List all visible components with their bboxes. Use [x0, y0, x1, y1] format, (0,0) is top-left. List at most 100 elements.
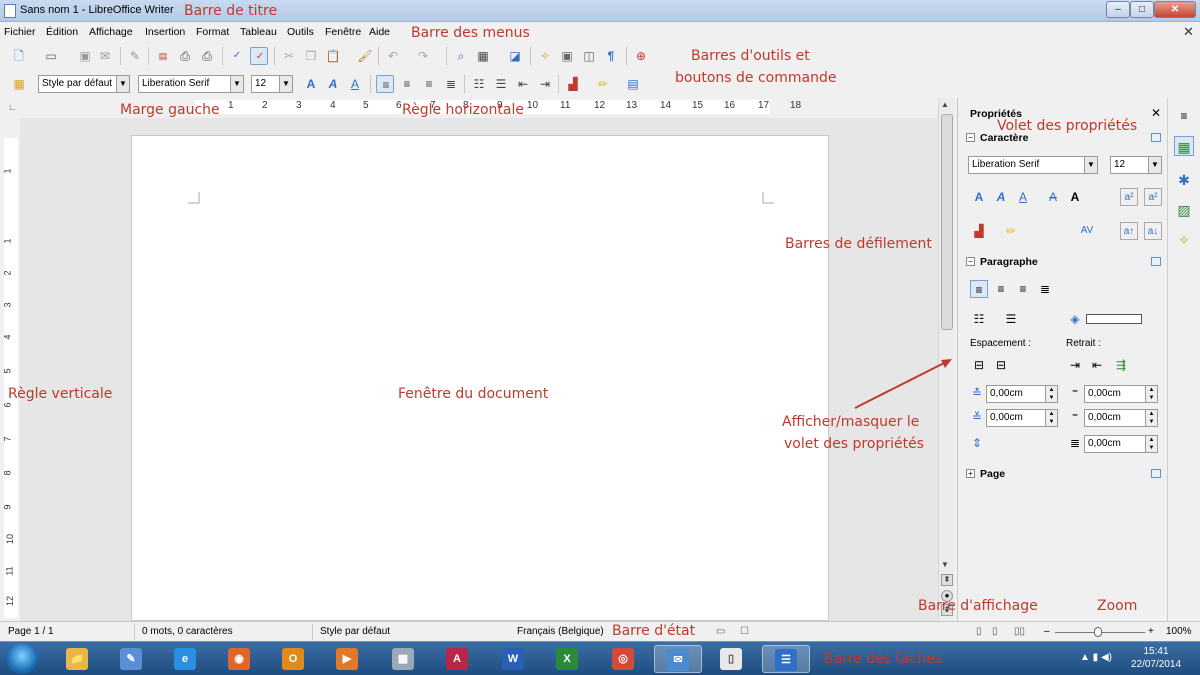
minimize-button[interactable]: – [1106, 1, 1130, 18]
chevron-down-icon[interactable]: ▼ [1084, 157, 1097, 173]
superscript-icon[interactable]: a² [1120, 188, 1138, 206]
vertical-ruler[interactable]: 1 1 2 3 4 5 6 7 8 9 10 11 12 [0, 118, 20, 621]
vertical-scrollbar[interactable]: ▲ ▼ ⇞ ● ⇟ [938, 98, 954, 621]
highlighter-icon[interactable]: ✏ [1002, 222, 1020, 240]
justify-icon[interactable]: ≣ [1036, 280, 1054, 298]
email-button[interactable]: ✉ [96, 47, 114, 65]
taskbar-app[interactable]: ▦ [380, 645, 428, 673]
chevron-down-icon[interactable]: ▼ [279, 76, 292, 92]
bullet-list-icon[interactable]: ☰ [1002, 310, 1020, 328]
close-sidebar-icon[interactable]: ✕ [1151, 106, 1161, 120]
italic-button[interactable]: A [324, 75, 342, 93]
undo-button[interactable]: ↶ [384, 47, 402, 65]
character-spacing-icon[interactable]: AV [1078, 222, 1096, 240]
draw-functions-button[interactable]: ◪ [506, 47, 524, 65]
system-tray-icons[interactable]: ▲ ▮ ◀) [1080, 652, 1112, 663]
paragraph-background-swatch[interactable] [1086, 314, 1142, 324]
spin-arrows-icon[interactable]: ▲ ▼ [1145, 410, 1157, 426]
taskbar-app[interactable]: e [162, 645, 210, 673]
page-section-header[interactable]: + Page [964, 468, 1162, 484]
document-modified-icon[interactable]: ☐ [740, 626, 749, 637]
gallery-tab-icon[interactable]: ▨ [1174, 200, 1194, 220]
taskbar-app[interactable]: 📁 [54, 645, 102, 673]
gallery-button[interactable]: ▣ [558, 47, 576, 65]
strikethrough-icon[interactable]: A [1044, 188, 1062, 206]
italic-icon[interactable]: A [992, 188, 1010, 206]
spellcheck-button[interactable]: ✓ [228, 47, 246, 65]
menu-aide[interactable]: Aide [369, 26, 390, 38]
autospell-button[interactable]: ✓ [250, 47, 268, 65]
export-pdf-button[interactable]: ▤ [154, 47, 172, 65]
previous-page-button[interactable]: ⇞ [941, 574, 953, 586]
zoom-level[interactable]: 100% [1166, 626, 1192, 637]
menu-edition[interactable]: Édition [46, 26, 78, 38]
zoom-out-button[interactable]: – [1044, 626, 1050, 637]
open-button[interactable]: ▭ [42, 47, 60, 65]
line-spacing-icon[interactable]: ⇕ [968, 434, 986, 452]
navigator-button[interactable]: ✧ [536, 47, 554, 65]
first-line-indent-input[interactable]: 0,00cm ▲ ▼ [1084, 435, 1158, 453]
bold-icon[interactable]: A [970, 188, 988, 206]
formatting-marks-button[interactable]: ¶ [602, 47, 620, 65]
chevron-down-icon[interactable]: ▼ [230, 76, 243, 92]
spin-arrows-icon[interactable]: ▲ ▼ [1045, 386, 1057, 402]
edit-mode-button[interactable]: ✎ [126, 47, 144, 65]
clone-format-button[interactable]: 🖌 [356, 47, 374, 65]
hanging-indent-icon[interactable]: ⇶ [1112, 356, 1130, 374]
paragraph-section-header[interactable]: − Paragraphe [964, 256, 1162, 272]
paragraph-background-icon[interactable]: ◈ [1066, 310, 1084, 328]
font-color-button[interactable]: ▟ [564, 75, 582, 93]
menu-fichier[interactable]: Fichier [4, 26, 36, 38]
document-page[interactable] [131, 135, 829, 621]
background-color-button[interactable]: ▤ [624, 75, 642, 93]
collapse-icon[interactable]: − [966, 133, 975, 142]
taskbar-app[interactable]: ☰ [762, 645, 810, 673]
new-document-button[interactable]: 🗋 [10, 47, 28, 65]
taskbar-app[interactable]: O [270, 645, 318, 673]
align-left-button[interactable]: ≡ [376, 75, 394, 93]
properties-tab-icon[interactable]: ▦ [1174, 136, 1194, 156]
more-options-icon[interactable] [1151, 133, 1161, 142]
align-right-icon[interactable]: ≡ [1014, 280, 1032, 298]
expand-icon[interactable]: + [966, 469, 975, 478]
highlight-button[interactable]: ✏ [594, 75, 612, 93]
copy-button[interactable]: ❐ [302, 47, 320, 65]
sidebar-font-select[interactable]: Liberation Serif ▼ [968, 156, 1098, 174]
taskbar-app[interactable]: ✎ [108, 645, 156, 673]
numbered-list-icon[interactable]: ☷ [970, 310, 988, 328]
align-right-button[interactable]: ≡ [420, 75, 438, 93]
maximize-button[interactable]: □ [1130, 1, 1154, 18]
font-size-select[interactable]: 12 ▼ [251, 75, 293, 93]
increase-indent-button[interactable]: ⇥ [536, 75, 554, 93]
taskbar-app[interactable]: ◉ [216, 645, 264, 673]
increase-font-icon[interactable]: a↑ [1120, 222, 1138, 240]
underline-icon[interactable]: A [1014, 188, 1032, 206]
sidebar-size-select[interactable]: 12 ▼ [1110, 156, 1162, 174]
paragraph-style-select[interactable]: Style par défaut ▼ [38, 75, 130, 93]
print-button[interactable]: ⎙ [176, 47, 194, 65]
insert-mode-icon[interactable]: ▭ [716, 626, 725, 637]
menu-format[interactable]: Format [196, 26, 229, 38]
underline-button[interactable]: A [346, 75, 364, 93]
tab-stop-selector-icon[interactable]: ∟ [8, 102, 17, 112]
collapse-icon[interactable]: − [966, 257, 975, 266]
zoom-in-button[interactable]: + [1148, 626, 1154, 637]
single-page-view-icon[interactable]: ▯ [976, 626, 982, 637]
more-options-icon[interactable] [1151, 257, 1161, 266]
chevron-down-icon[interactable]: ▼ [116, 76, 129, 92]
scroll-up-icon[interactable]: ▲ [941, 100, 949, 109]
table-button[interactable]: ▦ [474, 47, 492, 65]
cut-button[interactable]: ✂ [280, 47, 298, 65]
align-left-icon[interactable]: ≡ [970, 280, 988, 298]
spin-arrows-icon[interactable]: ▲ ▼ [1145, 436, 1157, 452]
close-document-icon[interactable]: ✕ [1183, 24, 1194, 40]
decrease-indent-icon[interactable]: ⇤ [1088, 356, 1106, 374]
scroll-down-icon[interactable]: ▼ [941, 560, 949, 569]
justify-button[interactable]: ≣ [442, 75, 460, 93]
bold-button[interactable]: A [302, 75, 320, 93]
menu-insertion[interactable]: Insertion [145, 26, 185, 38]
scroll-thumb[interactable] [941, 114, 953, 330]
taskbar-app[interactable]: ▯ [708, 645, 756, 673]
taskbar-app[interactable]: ◎ [600, 645, 648, 673]
bullets-button[interactable]: ☰ [492, 75, 510, 93]
